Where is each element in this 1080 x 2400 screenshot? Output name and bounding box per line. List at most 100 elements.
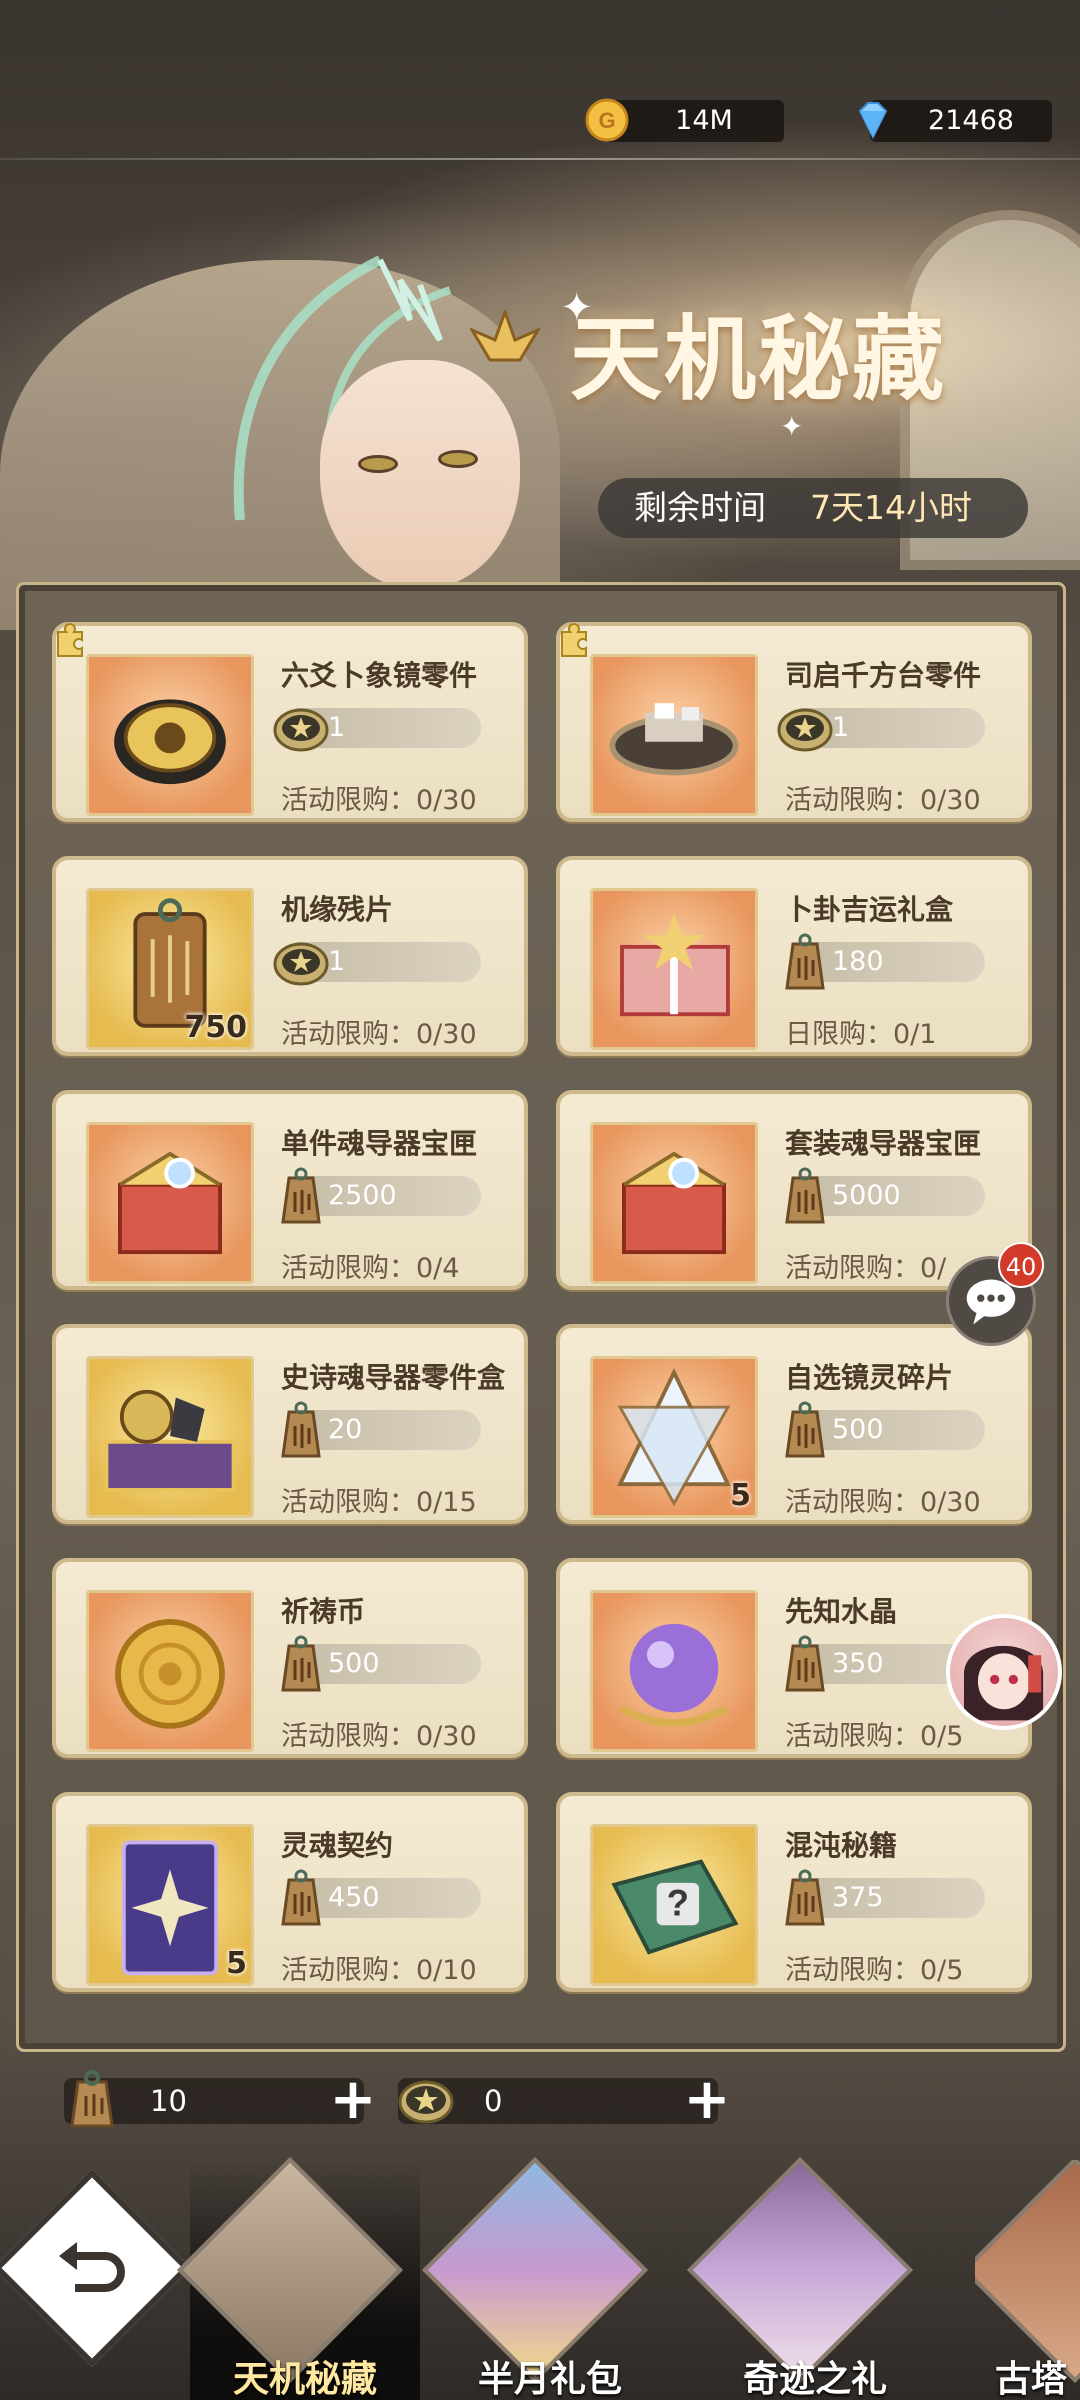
item-name: 混沌秘籍: [785, 1829, 898, 1862]
item-art-icon: [620, 1623, 728, 1727]
item-name: 司启千方台零件: [785, 659, 982, 692]
shop-item-card[interactable]: 司启千方台零件 1 活动限购：0/30: [556, 622, 1032, 822]
shop-item-card[interactable]: 5 灵魂契约 450 活动限购：0/10: [52, 1792, 528, 1992]
countdown-timer: 剩余时间 7天14小时: [598, 478, 1028, 538]
item-art-icon: [114, 699, 226, 785]
back-arrow-icon: [59, 2242, 125, 2292]
tab-label: 天机秘藏: [232, 2358, 377, 2400]
shop-item-card[interactable]: 卜卦吉运礼盒 180 日限购：0/1: [556, 856, 1032, 1056]
purchase-limit: 活动限购：0/10: [281, 1955, 477, 1986]
item-quantity: 5: [226, 1946, 247, 1981]
item-name: 六爻卜象镜零件: [281, 659, 478, 692]
purchase-limit: 活动限购：0/30: [281, 785, 477, 816]
item-name: 灵魂契约: [281, 1829, 394, 1862]
tab-label: 奇迹之礼: [742, 2358, 887, 2400]
star-coin-balance: 0 +: [398, 2072, 730, 2128]
event-title: 天机秘藏: [570, 305, 947, 413]
gem-amount: 21468: [928, 105, 1014, 136]
tag-token-icon: [281, 1635, 321, 1692]
svg-text:G: G: [598, 108, 615, 133]
tab-tianji-mizang[interactable]: 天机秘藏: [176, 2156, 420, 2400]
purchase-limit: 日限购：0/1: [785, 1019, 937, 1050]
puzzle-piece-icon: [561, 623, 587, 657]
shop-item-card[interactable]: 六爻卜象镜零件 1 活动限购：0/30: [52, 622, 528, 822]
tag-token-icon: [785, 1635, 825, 1692]
tag-token-icon: [785, 1167, 825, 1224]
shop-item-card[interactable]: 单件魂导器宝匣 2500 活动限购：0/4: [52, 1090, 528, 1290]
item-image: [590, 654, 758, 816]
tab-label: 半月礼包: [477, 2358, 622, 2400]
gold-amount: 14M: [675, 105, 733, 136]
item-name: 祈祷币: [281, 1595, 366, 1628]
gold-currency[interactable]: G 14M: [585, 98, 784, 142]
tab-qiji-zhili[interactable]: 奇迹之礼: [686, 2156, 930, 2400]
item-name: 单件魂导器宝匣: [281, 1127, 478, 1160]
purchase-limit: 活动限购：0/30: [785, 785, 981, 816]
gem-currency[interactable]: 21468: [858, 100, 1052, 142]
item-name: 卜卦吉运礼盒: [785, 893, 954, 926]
item-image: [86, 1122, 254, 1284]
tag-token-icon: [785, 1401, 825, 1458]
shop-item-card[interactable]: 5 自选镜灵碎片 500 活动限购：0/30: [556, 1324, 1032, 1524]
item-name: 自选镜灵碎片: [785, 1361, 954, 1394]
star-coin-icon: [273, 942, 329, 986]
tag-token-balance: 10 +: [64, 2070, 376, 2128]
purchase-limit: 活动限购：0/5: [785, 1955, 964, 1986]
shop-item-card[interactable]: 祈祷币 500 活动限购：0/30: [52, 1558, 528, 1758]
header-divider: [0, 158, 1080, 160]
item-name: 先知水晶: [785, 1595, 898, 1628]
assistant-avatar[interactable]: [946, 1614, 1062, 1730]
item-quantity: 5: [730, 1478, 751, 1513]
add-star-coin-button[interactable]: +: [678, 2072, 736, 2130]
item-image: [590, 888, 758, 1050]
character-face: [320, 360, 520, 590]
item-quantity: 750: [184, 1010, 247, 1045]
star-coin-icon: [273, 708, 329, 752]
item-name: 机缘残片: [281, 893, 394, 926]
shop-item-card[interactable]: ? 混沌秘籍 375 活动限购：0/5: [556, 1792, 1032, 1992]
tag-token-icon: [281, 1401, 321, 1458]
tab-banyue-libao[interactable]: 半月礼包: [421, 2156, 665, 2400]
shop-item-card[interactable]: 史诗魂导器零件盒 20 活动限购：0/15: [52, 1324, 528, 1524]
puzzle-piece-icon: [57, 623, 83, 657]
character-avatar-icon: [963, 1645, 1044, 1721]
diamond-icon: [858, 102, 888, 140]
item-image: [86, 654, 254, 816]
tab-guta[interactable]: 古塔: [975, 2160, 1080, 2400]
purchase-limit: 活动限购：0/30: [281, 1019, 477, 1050]
item-art-icon: [104, 1389, 236, 1492]
item-art-icon: [609, 703, 739, 776]
item-art-icon: [622, 1151, 726, 1255]
timer-value: 7天14小时: [810, 488, 972, 527]
chat-unread-badge: 40: [998, 1242, 1044, 1288]
add-tag-token-button[interactable]: +: [324, 2072, 382, 2130]
purchase-limit: 活动限购：0/30: [281, 1721, 477, 1752]
tab-label: 古塔: [995, 2358, 1068, 2400]
purchase-limit: 活动限购：0/15: [281, 1487, 477, 1518]
item-image: [86, 1356, 254, 1518]
item-art-icon: [118, 1151, 222, 1255]
star-coin-icon: [777, 708, 833, 752]
tag-token-icon: [281, 1869, 321, 1926]
item-art-icon: [620, 914, 730, 1017]
star-coin-icon: [398, 2080, 454, 2124]
star-coin-amount: 0: [484, 2084, 503, 2118]
item-art-icon: [115, 1619, 225, 1729]
item-name: 史诗魂导器零件盒: [281, 1361, 506, 1394]
purchase-limit: 活动限购：0/5: [785, 1721, 964, 1752]
tag-token-icon: [281, 1167, 321, 1224]
tag-token-amount: 10: [150, 2084, 187, 2118]
tag-token-icon: [785, 1869, 825, 1926]
timer-label: 剩余时间: [634, 488, 766, 527]
item-image: ?: [590, 1824, 758, 1986]
item-art-icon: ?: [611, 1859, 739, 1955]
item-image: 5: [590, 1356, 758, 1518]
item-image: 750: [86, 888, 254, 1050]
item-name: 套装魂导器宝匣: [785, 1127, 982, 1160]
tag-token-icon: [785, 933, 825, 990]
shop-item-card[interactable]: 750 机缘残片 1 活动限购：0/30: [52, 856, 528, 1056]
purchase-limit: 活动限购：0/30: [785, 1487, 981, 1518]
item-image: [590, 1122, 758, 1284]
svg-text:?: ?: [667, 1883, 689, 1924]
item-image: [590, 1590, 758, 1752]
